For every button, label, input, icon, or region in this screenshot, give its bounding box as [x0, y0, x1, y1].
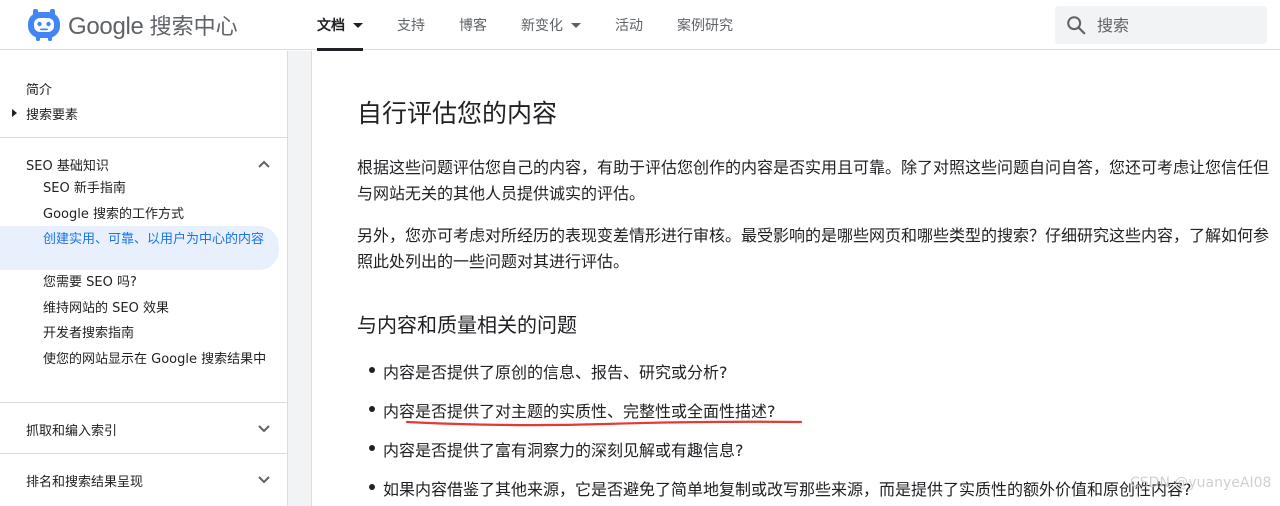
sidebar-item-how-search-works[interactable]: Google 搜索的工作方式	[43, 207, 271, 223]
chevron-down-icon	[571, 22, 581, 28]
chevron-down-icon[interactable]	[257, 422, 271, 436]
sidebar-item-intro[interactable]: 简介	[26, 79, 52, 98]
top-header: Google 搜索中心 文档 支持 博客 新变化 活动 案例研究	[0, 0, 1280, 51]
left-sidebar: 简介 搜索要素 SEO 基础知识 SEO 新手指南 Google 搜索的工作方式…	[0, 51, 288, 506]
nav-tab-label: 活动	[615, 18, 643, 34]
list-item: 内容是否提供了富有洞察力的深刻见解或有趣信息?	[369, 437, 744, 461]
nav-tab-label: 案例研究	[677, 18, 733, 34]
nav-tab-events[interactable]: 活动	[598, 0, 660, 50]
main-content: 自行评估您的内容 根据这些问题评估您自己的内容，有助于评估您创作的内容是否实用且…	[313, 51, 1280, 506]
chevron-down-icon	[353, 22, 363, 28]
sidebar-item-seo-starter-guide[interactable]: SEO 新手指南	[43, 181, 271, 197]
sidebar-item-search-essentials[interactable]: 搜索要素	[26, 104, 78, 123]
sidebar-item-appear-in-search[interactable]: 使您的网站显示在 Google 搜索结果中	[43, 352, 271, 368]
list-item: 如果内容借鉴了其他来源，它是否避免了简单地复制或改写那些来源，而是提供了实质性的…	[369, 476, 1192, 500]
expand-arrow-icon[interactable]	[12, 109, 17, 117]
list-item: 内容是否提供了原创的信息、报告、研究或分析?	[369, 359, 728, 383]
nav-tab-support[interactable]: 支持	[380, 0, 442, 50]
nav-tab-blog[interactable]: 博客	[442, 0, 504, 50]
nav-tab-label: 支持	[397, 18, 425, 34]
site-logo[interactable]: Google 搜索中心	[26, 5, 238, 45]
nav-tab-label: 新变化	[521, 18, 563, 34]
sidebar-section-seo-basics[interactable]: SEO 基础知识	[26, 155, 109, 174]
chevron-up-icon[interactable]	[257, 157, 271, 171]
sidebar-item-developer-guide[interactable]: 开发者搜索指南	[43, 326, 271, 342]
search-central-logo-icon	[28, 9, 60, 41]
watermark-text: CSDN @yuanyeAI08	[1130, 475, 1272, 491]
main-nav: 文档 支持 博客 新变化 活动 案例研究	[300, 0, 750, 51]
intro-paragraph: 根据这些问题评估您自己的内容，有助于评估您创作的内容是否实用且可靠。除了对照这些…	[357, 158, 1270, 203]
nav-tab-docs[interactable]: 文档	[300, 0, 380, 51]
logo-google-text: Google	[68, 13, 144, 40]
page-title: 自行评估您的内容	[357, 99, 558, 128]
search-box[interactable]	[1055, 6, 1267, 44]
section-heading: 与内容和质量相关的问题	[357, 313, 577, 337]
sidebar-section-ranking-appearance[interactable]: 排名和搜索结果呈现	[26, 471, 143, 490]
sidebar-gutter	[288, 51, 312, 506]
chevron-down-icon[interactable]	[257, 473, 271, 487]
sidebar-item-do-you-need-seo[interactable]: 您需要 SEO 吗?	[43, 275, 271, 291]
sidebar-item-maintain-seo[interactable]: 维持网站的 SEO 效果	[43, 301, 271, 317]
sidebar-divider	[0, 402, 288, 403]
sidebar-divider	[0, 453, 288, 454]
search-icon	[1067, 16, 1086, 35]
audit-paragraph: 另外，您亦可考虑对所经历的表现变差情形进行审核。最受影响的是哪些网页和哪些类型的…	[357, 226, 1270, 271]
logo-product-text: 搜索中心	[149, 15, 238, 40]
sidebar-section-crawling-indexing[interactable]: 抓取和编入索引	[26, 420, 117, 439]
search-input[interactable]	[1097, 15, 1257, 35]
nav-tab-label: 文档	[317, 18, 345, 34]
sidebar-item-helpful-content[interactable]: 创建实用、可靠、以用户为中心的内容	[43, 232, 271, 248]
nav-tab-case-studies[interactable]: 案例研究	[660, 0, 750, 50]
sidebar-divider	[0, 137, 288, 138]
red-annotation-underline	[405, 420, 803, 427]
nav-tab-label: 博客	[459, 18, 487, 34]
nav-tab-whats-new[interactable]: 新变化	[504, 0, 598, 50]
